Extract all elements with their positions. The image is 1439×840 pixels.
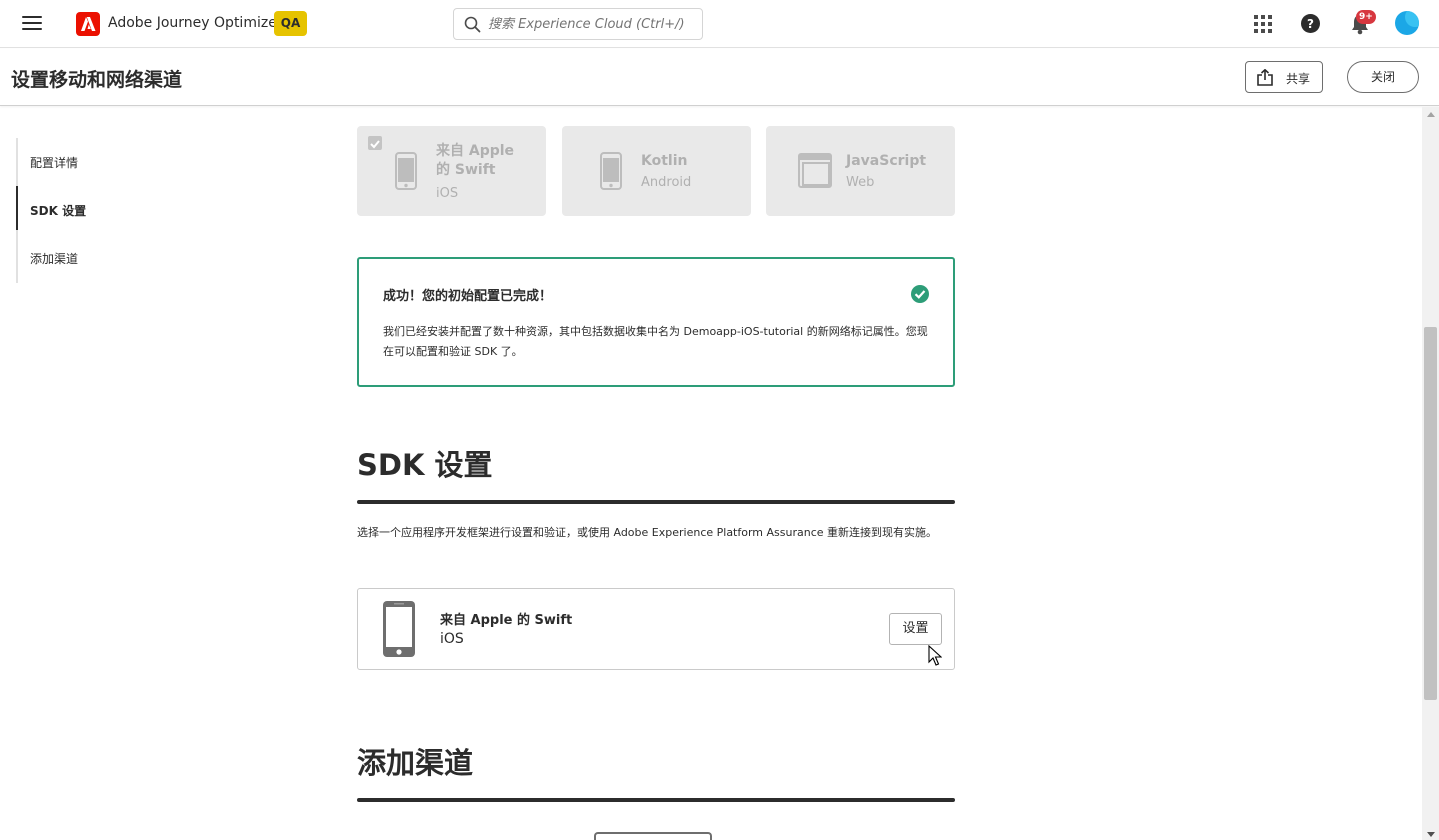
mouse-cursor-icon [928,645,942,666]
section-divider [357,500,955,504]
share-icon [1257,69,1273,86]
sdk-setup-heading: SDK 设置 [357,448,493,482]
nav-active-indicator [16,186,18,230]
phone-icon [383,601,415,657]
adobe-logo-icon[interactable] [76,12,100,36]
channel-button-partial[interactable] [594,832,712,840]
framework-name: JavaScript [846,153,927,169]
search-icon [464,16,481,33]
nav-item-sdk-setup[interactable]: SDK 设置 [30,202,86,219]
setup-button[interactable]: 设置 [889,613,942,645]
nav-item-configuration-details[interactable]: 配置详情 [30,154,78,171]
alert-body: 我们已经安装并配置了数十种资源，其中包括数据收集中名为 Demoapp-iOS-… [383,325,928,358]
scroll-up-arrow-icon[interactable] [1427,112,1435,117]
framework-name-line1: 来自 Apple [436,143,515,159]
side-navigation: 配置详情 SDK 设置 添加渠道 [16,138,216,283]
checkbox-checked-icon [368,136,382,150]
framework-card-kotlin: Kotlin Android [562,126,751,216]
sdk-card-name: 来自 Apple 的 Swift [440,613,573,628]
alert-title: 成功！您的初始配置已完成！ [383,289,553,304]
page-header: 设置移动和网络渠道 共享 关闭 [0,49,1439,106]
framework-card-swift: 来自 Apple 的 Swift iOS [357,126,546,216]
add-channel-heading: 添加渠道 [357,746,474,780]
apps-grid-icon[interactable] [1254,15,1272,33]
environment-badge: QA [274,11,307,36]
framework-platform: Web [846,175,875,190]
phone-icon [600,152,622,190]
framework-platform: Android [641,175,692,190]
framework-card-javascript: JavaScript Web [766,126,955,216]
top-bar: Adobe Journey Optimizer QA ? 9+ [0,0,1439,48]
sdk-card-swift: 来自 Apple 的 Swift iOS 设置 [357,588,955,670]
framework-platform: iOS [436,186,459,201]
share-button[interactable]: 共享 [1245,61,1323,93]
page-scrollbar[interactable] [1422,107,1439,840]
search-box[interactable] [453,8,703,40]
page-title: 设置移动和网络渠道 [11,69,183,91]
browser-window-icon [798,153,832,188]
close-button[interactable]: 关闭 [1347,61,1419,93]
success-checkmark-icon [911,285,929,303]
scroll-down-arrow-icon[interactable] [1427,832,1435,837]
hamburger-menu-icon[interactable] [22,16,42,32]
framework-name-line2: 的 Swift [436,162,496,178]
nav-item-add-channel[interactable]: 添加渠道 [30,250,78,267]
scroll-thumb[interactable] [1424,327,1437,700]
sdk-setup-description: 选择一个应用程序开发框架进行设置和验证，或使用 Adobe Experience… [357,526,938,539]
help-icon[interactable]: ? [1301,14,1320,33]
share-button-label: 共享 [1286,72,1311,86]
success-alert: 成功！您的初始配置已完成！ 我们已经安装并配置了数十种资源，其中包括数据收集中名… [357,257,955,387]
section-divider [357,798,955,802]
phone-icon [395,152,417,190]
sdk-card-platform: iOS [440,631,464,647]
app-name[interactable]: Adobe Journey Optimizer [108,15,283,31]
svg-text:?: ? [1307,17,1314,31]
framework-name: Kotlin [641,153,688,169]
search-input[interactable] [488,14,693,34]
notification-count-badge: 9+ [1356,10,1376,24]
user-avatar[interactable] [1395,11,1419,35]
